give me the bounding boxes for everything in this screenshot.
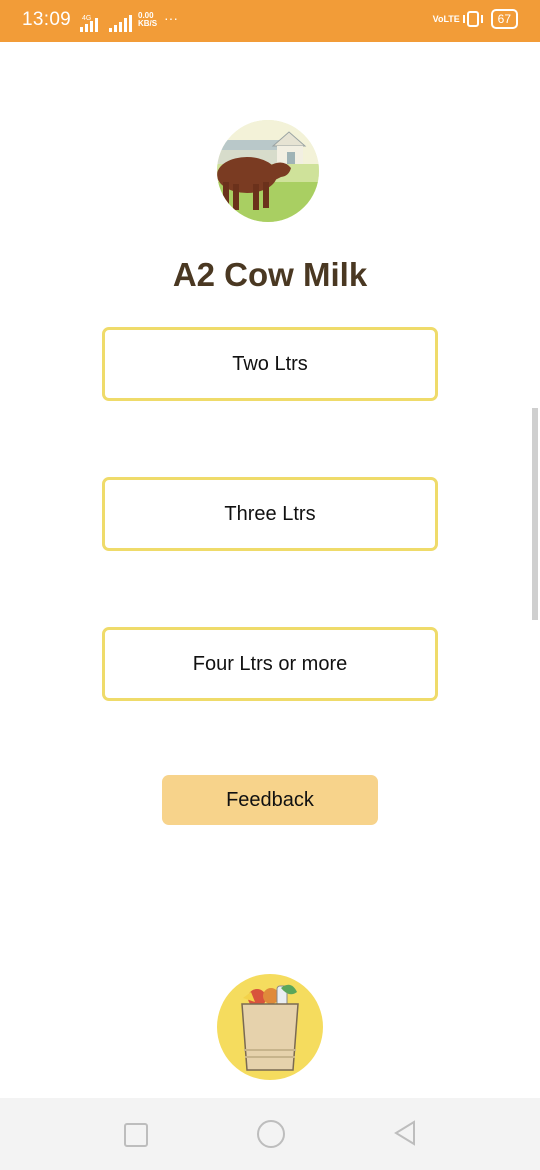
status-right: VoLTE 67	[433, 9, 518, 29]
vibrate-icon	[462, 11, 483, 27]
status-bar: 13:09 4G 0.00 KB/S ··· VoLTE 67	[0, 0, 540, 42]
home-circle-icon[interactable]	[257, 1120, 285, 1148]
cow-farm-icon	[217, 120, 319, 222]
option-three-ltrs-button[interactable]: Three Ltrs	[102, 477, 438, 551]
more-notifications-icon: ···	[164, 10, 178, 26]
option-label: Four Ltrs or more	[192, 652, 348, 675]
system-nav-bar	[0, 1098, 540, 1170]
scrollbar-thumb[interactable]	[532, 408, 538, 620]
grocery-bag-icon[interactable]	[217, 974, 323, 1080]
feedback-button[interactable]: Feedback	[162, 775, 378, 825]
data-speed: 0.00 KB/S	[138, 11, 158, 28]
option-two-ltrs-button[interactable]: Two Ltrs	[102, 327, 438, 401]
status-time: 13:09	[22, 9, 72, 30]
option-four-ltrs-button[interactable]: Four Ltrs or more	[102, 627, 438, 701]
feedback-label: Feedback	[226, 788, 314, 811]
signal-4g-icon: 4G	[80, 15, 98, 32]
recents-square-icon[interactable]	[124, 1123, 148, 1147]
page-title: A2 Cow Milk	[172, 256, 368, 293]
svg-text:4G: 4G	[82, 15, 91, 22]
volte-icon: VoLTE	[432, 13, 460, 24]
signal-icon	[109, 15, 132, 32]
option-label: Two Ltrs	[232, 352, 308, 375]
battery-indicator: 67	[490, 9, 518, 29]
back-triangle-icon[interactable]	[393, 1120, 417, 1146]
option-label: Three Ltrs	[224, 502, 316, 525]
